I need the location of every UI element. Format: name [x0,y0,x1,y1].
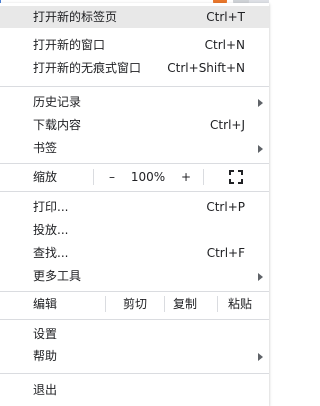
zoom-label: 缩放 [33,170,58,184]
edit-divider [105,296,106,312]
menu-item-help[interactable]: 帮助 [0,345,269,367]
menu-separator [0,291,269,292]
menu-item-new-incognito-window[interactable]: 打开新的无痕式窗口 Ctrl+Shift+N [0,57,269,79]
menu-item-cast[interactable]: 投放... [0,219,269,241]
zoom-level: 100% [130,170,166,184]
menu-item-shortcut: Ctrl+T [206,10,245,24]
cut-button[interactable]: 剪切 [110,293,160,315]
menu-separator [0,319,269,320]
menu-item-label: 打印... [33,200,69,214]
submenu-arrow-icon [258,273,263,281]
menu-separator [0,191,269,192]
zoom-divider [93,169,94,185]
menu-item-label: 投放... [33,223,69,237]
zoom-out-button[interactable]: – [97,166,127,188]
menu-separator [0,86,269,87]
submenu-arrow-icon [258,353,263,361]
copy-button[interactable]: 复制 [160,293,210,315]
menu-item-downloads[interactable]: 下载内容 Ctrl+J [0,114,269,136]
edit-row: 编辑 剪切 复制 粘贴 [0,293,269,315]
menu-item-exit[interactable]: 退出 [0,379,269,401]
menu-item-shortcut: Ctrl+Shift+N [167,61,245,75]
menu-item-label: 帮助 [33,349,58,363]
menu-item-bookmarks[interactable]: 书签 [0,137,269,159]
edit-label: 编辑 [33,297,58,311]
menu-item-more-tools[interactable]: 更多工具 [0,265,269,287]
zoom-row: 缩放 – 100% + [0,166,269,188]
submenu-arrow-icon [258,145,263,153]
menu-item-shortcut: Ctrl+J [210,118,245,132]
menu-item-shortcut: Ctrl+N [204,38,245,52]
browser-main-menu: 打开新的标签页 Ctrl+T 打开新的窗口 Ctrl+N 打开新的无痕式窗口 C… [0,3,269,406]
zoom-in-button[interactable]: + [172,166,200,188]
menu-item-label: 历史记录 [33,95,82,109]
menu-item-label: 查找... [33,246,69,260]
menu-item-shortcut: Ctrl+P [206,200,245,214]
menu-item-new-window[interactable]: 打开新的窗口 Ctrl+N [0,34,269,56]
menu-item-history[interactable]: 历史记录 [0,91,269,113]
fullscreen-icon[interactable] [229,170,243,184]
menu-separator [0,373,269,374]
paste-button[interactable]: 粘贴 [215,293,265,315]
menu-item-find[interactable]: 查找... Ctrl+F [0,242,269,264]
menu-item-label: 下载内容 [33,118,82,132]
submenu-arrow-icon [258,99,263,107]
menu-item-label: 退出 [33,383,58,397]
menu-separator [0,163,269,164]
menu-item-shortcut: Ctrl+F [206,246,245,260]
menu-item-settings[interactable]: 设置 [0,323,269,345]
menu-item-new-tab[interactable]: 打开新的标签页 Ctrl+T [0,6,269,28]
menu-item-label: 书签 [33,141,58,155]
menu-item-label: 设置 [33,327,58,341]
zoom-divider [203,169,204,185]
menu-item-label: 更多工具 [33,269,82,283]
menu-item-label: 打开新的标签页 [33,10,118,24]
menu-item-label: 打开新的窗口 [33,38,106,52]
menu-item-print[interactable]: 打印... Ctrl+P [0,196,269,218]
menu-item-label: 打开新的无痕式窗口 [33,61,142,75]
